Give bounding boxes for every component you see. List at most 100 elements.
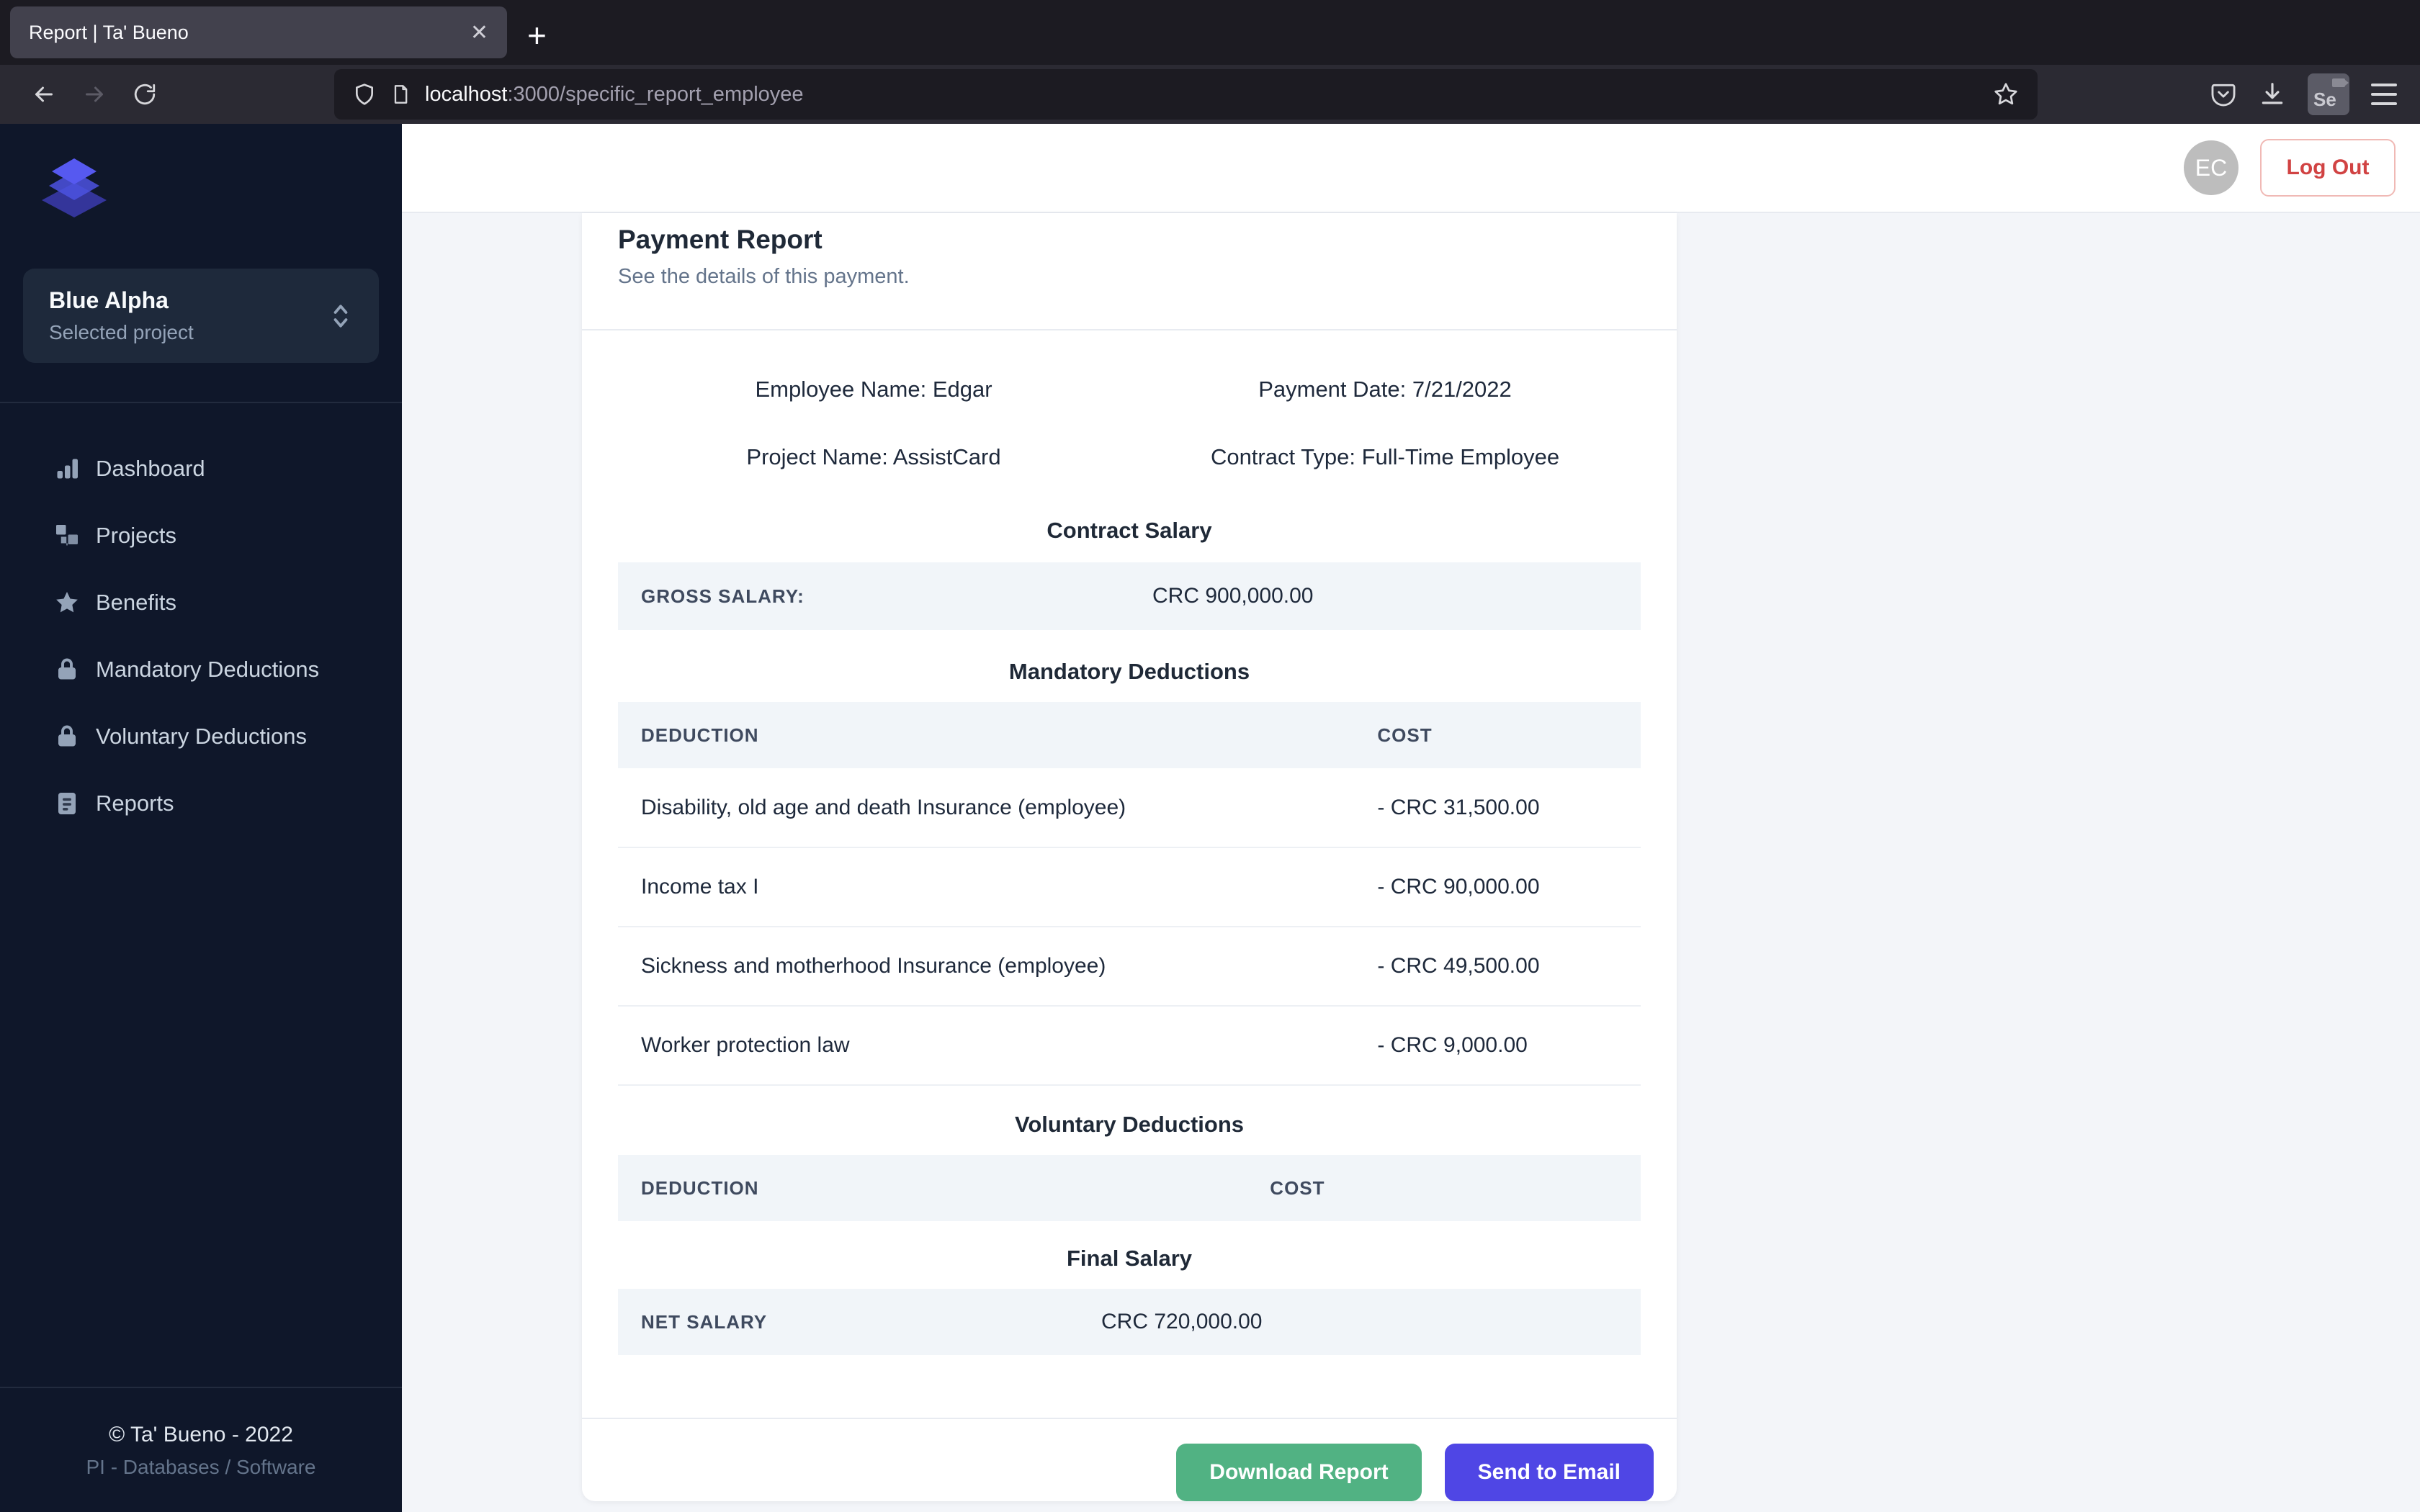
menu-hamburger-icon[interactable] <box>2371 84 2397 105</box>
section-title-mandatory-deductions: Mandatory Deductions <box>1008 659 1250 684</box>
forward-button[interactable] <box>69 69 120 120</box>
reload-icon <box>134 84 156 105</box>
url-domain: localhost <box>425 82 508 106</box>
table-row: Disability, old age and death Insurance … <box>618 768 1641 847</box>
deduction-cost: - CRC 49,500.00 <box>1377 954 1540 978</box>
app-root: Blue Alpha Selected project Dashboard Pr… <box>0 124 2420 1512</box>
tab-title: Report | Ta' Bueno <box>29 21 189 43</box>
avatar[interactable]: EC <box>2184 140 2238 195</box>
browser-tab[interactable]: Report | Ta' Bueno ✕ <box>10 6 507 58</box>
deduction-name: Income tax I <box>641 875 759 899</box>
new-tab-button[interactable]: + <box>527 19 547 52</box>
gross-salary-label: GROSS SALARY: <box>641 585 805 607</box>
section-title-voluntary-deductions: Voluntary Deductions <box>1014 1112 1245 1137</box>
shield-permissions-icon <box>356 84 373 105</box>
back-button[interactable] <box>19 69 69 120</box>
sidebar-item-label: Benefits <box>96 589 177 615</box>
deduction-name: Worker protection law <box>641 1033 850 1057</box>
logout-button[interactable]: Log Out <box>2260 139 2396 197</box>
sidebar-menu: Dashboard Projects Benefits Mandatory De… <box>0 403 402 837</box>
lock-icon <box>58 725 76 746</box>
detail-payment-date: Payment Date: 7/21/2022 <box>1258 377 1512 402</box>
send-to-email-button[interactable]: Send to Email <box>1444 1444 1654 1501</box>
sidebar-item-label: Dashboard <box>96 455 205 481</box>
net-salary-value: CRC 720,000.00 <box>1101 1310 1263 1333</box>
page-subtitle: See the details of this payment. <box>618 265 910 288</box>
deduction-name: Sickness and motherhood Insurance (emplo… <box>641 954 1106 978</box>
document-report-icon <box>58 792 76 814</box>
pocket-icon[interactable] <box>2210 80 2237 109</box>
bookmark-star-icon[interactable] <box>1993 81 2019 107</box>
gross-salary-value: CRC 900,000.00 <box>1152 584 1314 608</box>
se-badge-text: Se <box>2313 89 2336 110</box>
content-area: Payment Report See the details of this p… <box>402 213 2420 1512</box>
sitemap-icon <box>56 524 78 545</box>
section-title-final-salary: Final Salary <box>1066 1246 1193 1271</box>
star-icon <box>56 591 78 612</box>
payment-report-card: Payment Report See the details of this p… <box>582 213 1677 1501</box>
sidebar-item-reports[interactable]: Reports <box>54 770 402 837</box>
project-selector[interactable]: Blue Alpha Selected project <box>23 269 379 363</box>
sidebar-item-mandatory-deductions[interactable]: Mandatory Deductions <box>54 636 402 703</box>
se-camera-glyph <box>2332 78 2349 87</box>
browser-toolbar: localhost:3000/specific_report_employee … <box>0 65 2420 124</box>
table-row: Worker protection law - CRC 9,000.00 <box>618 1006 1641 1085</box>
sidebar-item-label: Mandatory Deductions <box>96 656 320 682</box>
sidebar-item-label: Voluntary Deductions <box>96 723 307 749</box>
table-header-row: DEDUCTION COST <box>618 702 1641 768</box>
column-header-cost: COST <box>1270 1176 1325 1199</box>
column-header-deduction: DEDUCTION <box>641 724 759 746</box>
voluntary-deductions-table: DEDUCTION COST <box>618 1155 1641 1221</box>
avatar-initials: EC <box>2195 154 2228 181</box>
sidebar-item-dashboard[interactable]: Dashboard <box>54 435 402 502</box>
column-header-cost: COST <box>1377 724 1433 746</box>
detail-project-name: Project Name: AssistCard <box>746 444 1001 469</box>
url-bar[interactable]: localhost:3000/specific_report_employee <box>334 69 2038 120</box>
sidebar-item-voluntary-deductions[interactable]: Voluntary Deductions <box>54 703 402 770</box>
url-path: :3000/specific_report_employee <box>507 82 804 106</box>
sidebar-item-label: Projects <box>96 522 176 548</box>
sidebar-footer: © Ta' Bueno - 2022 PI - Databases / Soft… <box>0 1387 402 1512</box>
selenium-extension-icon[interactable]: Se <box>2308 73 2349 115</box>
deduction-cost: - CRC 31,500.00 <box>1377 795 1540 819</box>
downloads-icon[interactable] <box>2259 80 2286 109</box>
main-area: EC Log Out Payment Report See the detail… <box>402 124 2420 1512</box>
detail-employee-name: Employee Name: Edgar <box>755 377 992 402</box>
card-footer-actions: Download Report Send to Email <box>582 1418 1677 1501</box>
copyright-text: © Ta' Bueno - 2022 <box>109 1423 293 1446</box>
project-name: Blue Alpha <box>49 287 169 313</box>
tab-close-icon[interactable]: ✕ <box>470 20 488 45</box>
sidebar-item-label: Reports <box>96 790 174 816</box>
table-header-row: DEDUCTION COST <box>618 1155 1641 1221</box>
detail-contract-type: Contract Type: Full-Time Employee <box>1210 444 1560 469</box>
footer-subtitle: PI - Databases / Software <box>86 1456 316 1478</box>
browser-chrome: Report | Ta' Bueno ✕ + localhost:3000/sp… <box>0 0 2420 124</box>
download-report-button[interactable]: Download Report <box>1176 1444 1422 1501</box>
page-info-icon <box>394 85 408 104</box>
tab-bar: Report | Ta' Bueno ✕ + <box>0 0 2420 65</box>
page-title: Payment Report <box>618 225 823 254</box>
card-header: Payment Report See the details of this p… <box>582 213 1677 289</box>
deduction-cost: - CRC 9,000.00 <box>1377 1033 1528 1057</box>
table-row: Sickness and motherhood Insurance (emplo… <box>618 927 1641 1006</box>
sidebar: Blue Alpha Selected project Dashboard Pr… <box>0 124 402 1512</box>
deduction-name: Disability, old age and death Insurance … <box>641 795 1126 819</box>
url-text: localhost:3000/specific_report_employee <box>425 83 804 107</box>
table-row: Income tax I - CRC 90,000.00 <box>618 847 1641 927</box>
sidebar-item-benefits[interactable]: Benefits <box>54 569 402 636</box>
card-body: Employee Name: Edgar Payment Date: 7/21/… <box>582 330 1677 1355</box>
back-arrow-icon <box>35 86 53 102</box>
mandatory-deductions-table: DEDUCTION COST Disability, old age and d… <box>618 702 1641 1086</box>
project-subtitle: Selected project <box>49 321 194 343</box>
chevron-up-down-icon <box>333 304 348 328</box>
reload-button[interactable] <box>120 69 170 120</box>
section-title-contract-salary: Contract Salary <box>1047 518 1212 543</box>
forward-arrow-icon <box>86 86 103 102</box>
bar-chart-icon <box>57 459 78 478</box>
net-salary-row: NET SALARY CRC 720,000.00 <box>618 1289 1641 1355</box>
contract-salary-table: GROSS SALARY: CRC 900,000.00 <box>618 562 1641 630</box>
app-header: EC Log Out <box>402 124 2420 213</box>
deduction-cost: - CRC 90,000.00 <box>1377 875 1540 899</box>
sidebar-item-projects[interactable]: Projects <box>54 502 402 569</box>
lock-icon <box>58 658 76 679</box>
